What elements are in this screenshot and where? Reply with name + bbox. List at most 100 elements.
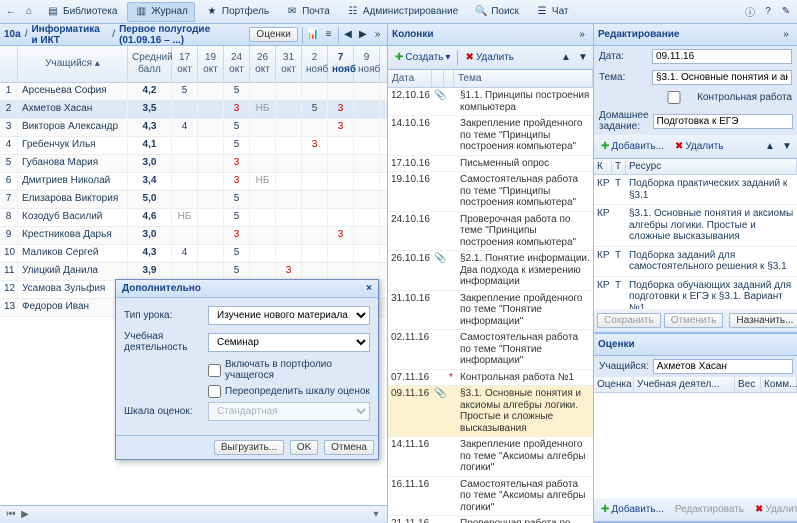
play-icon[interactable]: ▶ <box>18 508 32 522</box>
activity-select[interactable]: Семинар <box>208 333 370 352</box>
list-item[interactable]: 12.10.16📎§1.1. Принципы построения компь… <box>388 88 593 116</box>
assign-button[interactable]: Назначить... <box>729 313 797 328</box>
help-icon[interactable]: ? <box>761 5 775 19</box>
up-icon[interactable]: ▲ <box>763 140 777 154</box>
search-icon: 🔍 <box>474 5 488 19</box>
nav-journal[interactable]: ▥Журнал <box>127 2 195 22</box>
chart-icon[interactable]: 📊 <box>307 28 319 42</box>
list-item[interactable]: КР§3.1. Основные понятия и аксиомы алгеб… <box>594 205 797 247</box>
hw-input[interactable] <box>653 114 793 129</box>
create-button[interactable]: ✚Создать▾ <box>391 50 454 65</box>
scale-select: Стандартная <box>208 402 370 421</box>
list-item[interactable]: КРТПодборка обучающих заданий для подгот… <box>594 277 797 310</box>
nav-chat[interactable]: ☰Чат <box>529 3 575 21</box>
nav-admin[interactable]: ☷Администрирование <box>340 3 464 21</box>
breadcrumb-bar: 10а/ Информатика и ИКТ/ Первое полугодие… <box>0 24 387 46</box>
list-item[interactable]: 21.11.16Проверочная работа по теме "Акси… <box>388 516 593 523</box>
marks-title: Оценки <box>598 339 635 350</box>
table-row[interactable]: 3Викторов Александр4,3453 <box>0 119 387 137</box>
expand-icon[interactable]: » <box>372 28 383 42</box>
grades-button[interactable]: Оценки <box>249 27 297 42</box>
table-row[interactable]: 9Крестникова Дарья3,033 <box>0 227 387 245</box>
activity-label: Учебная деятельность <box>124 331 202 353</box>
scale-label: Шкала оценок: <box>124 406 202 417</box>
list-item[interactable]: КРТПодборка практических заданий к §3.1 <box>594 175 797 205</box>
settings-icon[interactable]: ✎ <box>779 5 793 19</box>
info-icon[interactable]: ⓘ <box>743 5 757 19</box>
edit-title: Редактирование <box>598 29 679 40</box>
ok-button[interactable]: OK <box>290 440 318 455</box>
crumb-period[interactable]: Первое полугодие (01.09.16 – ...) <box>119 24 241 46</box>
table-row[interactable]: 5Губанова Мария3,03 <box>0 155 387 173</box>
admin-icon: ☷ <box>346 5 360 19</box>
col-topic[interactable]: Тема <box>454 70 593 87</box>
down-icon[interactable]: ▼ <box>576 51 590 65</box>
student-label: Учащийся: <box>599 361 649 372</box>
table-row[interactable]: 6Дмитриев Николай3,43НБ <box>0 173 387 191</box>
crumb-class[interactable]: 10а <box>4 29 21 40</box>
list-item[interactable]: 09.11.16📎§3.1. Основные понятия и аксиом… <box>388 386 593 437</box>
lesson-type-select[interactable]: Изучение нового материала <box>208 306 370 325</box>
cancel-button[interactable]: Отмена <box>324 440 374 455</box>
delete-button[interactable]: ✖Удалить <box>461 50 518 65</box>
del-resource-button[interactable]: ✖Удалить <box>671 139 728 154</box>
override-scale-checkbox[interactable]: Переопределить шкалу оценок <box>208 385 370 398</box>
book-icon: ▤ <box>46 5 60 19</box>
list-item[interactable]: КРТПодборка заданий для самостоятельного… <box>594 247 797 277</box>
add-resource-button[interactable]: ✚Добавить... <box>597 139 668 154</box>
lessons-grid: Дата Тема 12.10.16📎§1.1. Принципы построе… <box>388 70 593 523</box>
back-icon[interactable]: ← <box>4 5 18 19</box>
dialog-title: Дополнительно <box>122 283 201 294</box>
list-item[interactable]: 17.10.16Письменный опрос <box>388 156 593 173</box>
table-row[interactable]: 7Елизарова Виктория5,05 <box>0 191 387 209</box>
down-icon[interactable]: ▼ <box>780 140 794 154</box>
nav-mail[interactable]: ✉Почта <box>279 3 336 21</box>
hw-label: Домашнее задание: <box>599 110 649 132</box>
list-item[interactable]: 14.10.16Закрепление пройденного по теме … <box>388 116 593 156</box>
topic-input[interactable] <box>652 70 792 85</box>
nav-library[interactable]: ▤Библиотека <box>40 3 123 21</box>
lessons-title: Колонки <box>392 29 433 40</box>
expand-down-icon[interactable]: ▾ <box>369 508 383 522</box>
table-row[interactable]: 2Ахметов Хасан3,53НБ53 <box>0 101 387 119</box>
collapse-icon[interactable]: » <box>779 28 793 42</box>
status-bar: ⏮ ▶ ▾ <box>0 505 387 523</box>
star-icon: ★ <box>205 5 219 19</box>
nav-search[interactable]: 🔍Поиск <box>468 3 525 21</box>
list-item[interactable]: 24.10.16Проверочная работа по теме "Прин… <box>388 212 593 252</box>
list-item[interactable]: 14.11.16Закрепление пройденного по теме … <box>388 437 593 477</box>
student-input[interactable] <box>653 359 793 374</box>
table-row[interactable]: 10Маликов Сергей4,345 <box>0 245 387 263</box>
export-button[interactable]: Выгрузить... <box>214 440 284 455</box>
prev-icon[interactable]: ◀ <box>343 28 354 42</box>
list-item[interactable]: 02.11.16Самостоятельная работа по теме "… <box>388 330 593 370</box>
first-icon[interactable]: ⏮ <box>4 508 18 522</box>
portfolio-checkbox[interactable]: Включать в портфолио учащегося <box>208 359 370 381</box>
date-input[interactable] <box>652 49 792 64</box>
mail-icon: ✉ <box>285 5 299 19</box>
table-row[interactable]: 1Арсеньева София4,255 <box>0 83 387 101</box>
up-icon[interactable]: ▲ <box>559 51 573 65</box>
journal-icon: ▥ <box>134 5 148 19</box>
collapse-icon[interactable]: » <box>575 28 589 42</box>
del-mark-button: ✖Удалить <box>751 502 797 517</box>
extra-dialog: Дополнительно× Тип урока:Изучение нового… <box>115 279 379 460</box>
crumb-subject[interactable]: Информатика и ИКТ <box>31 24 108 46</box>
table-row[interactable]: 4Гребенчук Илья4,153 <box>0 137 387 155</box>
col-date[interactable]: Дата <box>388 70 432 87</box>
edit-mark-button: Редактировать <box>671 502 748 517</box>
list-item[interactable]: 19.10.16Самостоятельная работа по теме "… <box>388 172 593 212</box>
next-icon[interactable]: ▶ <box>357 28 368 42</box>
test-checkbox[interactable]: Контрольная работа <box>650 88 797 107</box>
list-item[interactable]: 26.10.16📎§2.1. Понятие информации. Два п… <box>388 251 593 291</box>
table-row[interactable]: 8Козодуб Василий4,6НБ5 <box>0 209 387 227</box>
list-item[interactable]: 07.11.16*Контрольная работа №1 <box>388 370 593 387</box>
add-mark-button[interactable]: ✚Добавить... <box>597 502 668 517</box>
close-icon[interactable]: × <box>366 283 372 294</box>
chat-icon: ☰ <box>535 5 549 19</box>
list-item[interactable]: 16.11.16Самостоятельная работа по теме "… <box>388 477 593 517</box>
home-icon[interactable]: ⌂ <box>22 5 36 19</box>
list-item[interactable]: 31.10.16Закрепление пройденного по теме … <box>388 291 593 331</box>
nav-portfolio[interactable]: ★Портфель <box>199 3 275 21</box>
list-icon[interactable]: ≡ <box>323 28 334 42</box>
